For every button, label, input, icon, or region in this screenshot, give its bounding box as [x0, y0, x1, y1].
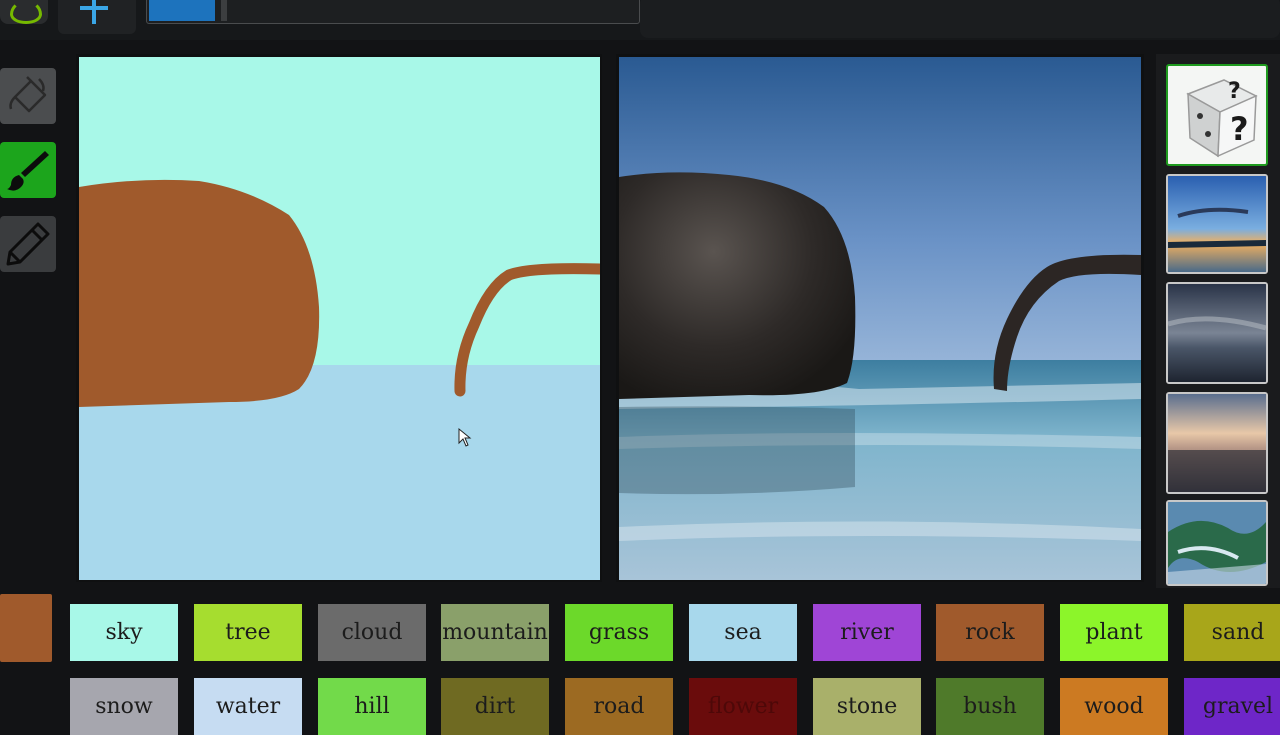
label-button-grass[interactable]: grass — [565, 604, 673, 661]
label-text: cloud — [341, 620, 403, 645]
label-text: sand — [1211, 620, 1265, 645]
label-button-road[interactable]: road — [565, 678, 673, 735]
label-text: bush — [963, 694, 1017, 719]
style-thumbnail[interactable] — [1166, 174, 1268, 274]
label-text: rock — [965, 620, 1015, 645]
segmentation-canvas[interactable] — [79, 57, 600, 580]
label-text: dirt — [474, 694, 516, 719]
rock-shape — [619, 172, 856, 399]
label-text: gravel — [1202, 694, 1274, 719]
brush-icon — [7, 151, 49, 191]
label-button-flower[interactable]: flower — [689, 678, 797, 735]
style-thumbnail[interactable] — [1166, 392, 1268, 494]
pencil-icon — [6, 222, 50, 266]
label-button-tree[interactable]: tree — [194, 604, 302, 661]
label-button-gravel[interactable]: gravel — [1184, 678, 1280, 735]
label-button-snow[interactable]: snow — [70, 678, 178, 735]
paint-bucket-tool[interactable] — [0, 68, 56, 124]
label-button-dirt[interactable]: dirt — [441, 678, 549, 735]
label-button-hill[interactable]: hill — [318, 678, 426, 735]
label-text: tree — [225, 620, 271, 645]
label-text: sky — [105, 620, 143, 645]
label-button-water[interactable]: water — [194, 678, 302, 735]
file-chip[interactable] — [149, 0, 215, 21]
svg-text:?: ? — [1230, 110, 1249, 148]
label-text: sea — [724, 620, 762, 645]
label-text: wood — [1084, 694, 1144, 719]
top-right-panel — [640, 0, 1280, 38]
label-button-rock[interactable]: rock — [936, 604, 1044, 661]
add-button[interactable] — [58, 0, 136, 34]
label-text: grass — [588, 620, 650, 645]
generated-image — [619, 57, 1141, 580]
label-text: hill — [354, 694, 390, 719]
label-button-cloud[interactable]: cloud — [318, 604, 426, 661]
label-button-mountain[interactable]: mountain — [441, 604, 549, 661]
label-button-bush[interactable]: bush — [936, 678, 1044, 735]
label-button-plant[interactable]: plant — [1060, 604, 1168, 661]
dice-icon: ? ? — [1186, 79, 1258, 158]
brush-tool[interactable] — [0, 142, 56, 198]
plus-icon — [92, 0, 96, 24]
label-button-sea[interactable]: sea — [689, 604, 797, 661]
label-text: snow — [95, 694, 153, 719]
label-text: water — [215, 694, 281, 719]
label-text: stone — [836, 694, 898, 719]
label-button-river[interactable]: river — [813, 604, 921, 661]
rock-region — [79, 179, 320, 407]
label-button-sand[interactable]: sand — [1184, 604, 1280, 661]
random-style-button[interactable]: ? ? — [1166, 64, 1268, 166]
style-thumbnail[interactable] — [1166, 500, 1268, 586]
file-toolbar[interactable] — [146, 0, 640, 24]
paint-bucket-icon — [9, 76, 47, 113]
label-text: plant — [1085, 620, 1143, 645]
label-text: road — [593, 694, 645, 719]
pencil-tool[interactable] — [0, 216, 56, 272]
label-button-sky[interactable]: sky — [70, 604, 178, 661]
current-label-swatch — [0, 594, 52, 662]
svg-text:?: ? — [1228, 79, 1241, 104]
label-button-stone[interactable]: stone — [813, 678, 921, 735]
label-text: river — [840, 620, 894, 645]
label-text: mountain — [442, 620, 548, 645]
nvidia-logo-icon — [0, 0, 48, 24]
style-thumbnail[interactable] — [1166, 282, 1268, 384]
label-button-wood[interactable]: wood — [1060, 678, 1168, 735]
label-text: flower — [707, 694, 779, 719]
